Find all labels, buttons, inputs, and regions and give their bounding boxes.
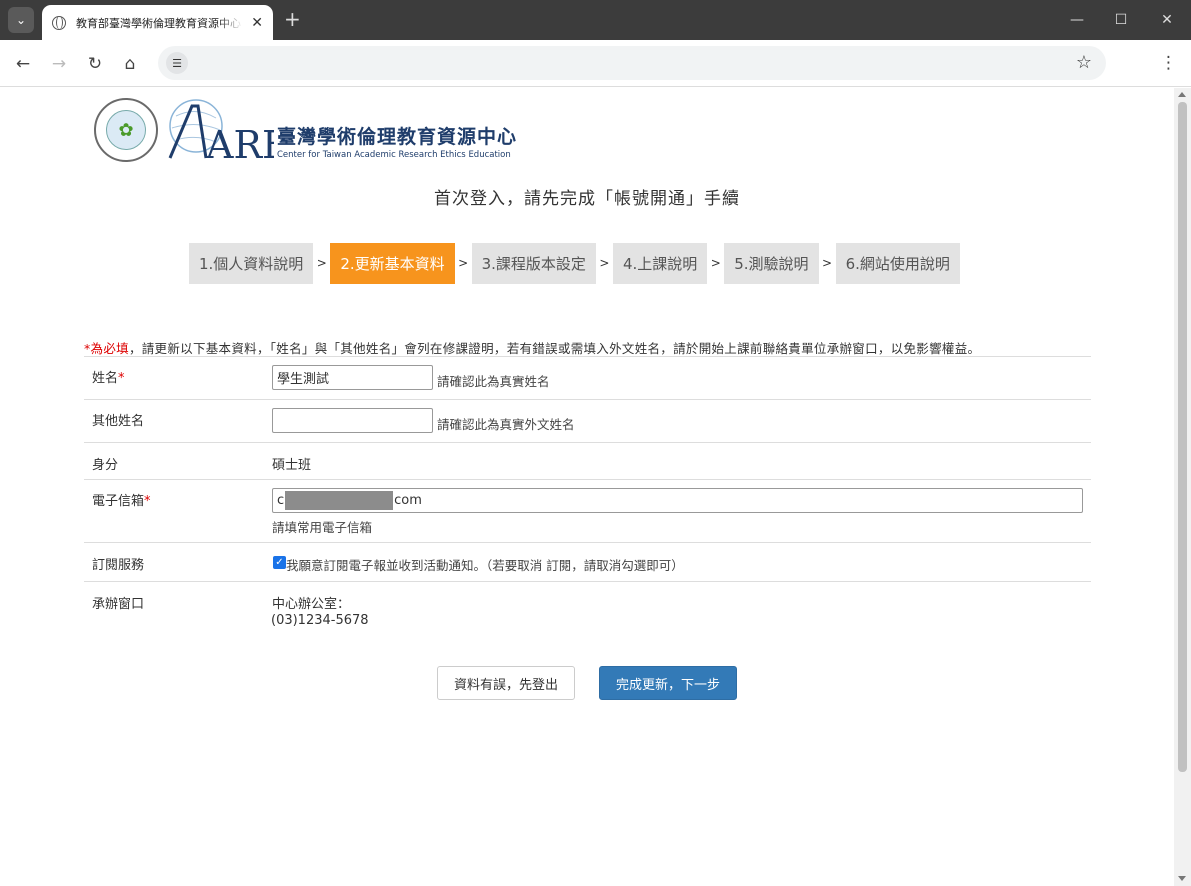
form-row-identity: 身分 碩士班 bbox=[84, 442, 1091, 479]
other-name-input[interactable] bbox=[272, 408, 433, 433]
step-3[interactable]: 3.課程版本設定 bbox=[471, 242, 596, 284]
profile-form: 姓名* 請確認此為真實姓名 其他姓名 請確認此為真實外文姓名 身分 碩士班 電子… bbox=[84, 356, 1091, 641]
form-row-name: 姓名* 請確認此為真實姓名 bbox=[84, 356, 1091, 399]
name-input[interactable] bbox=[272, 365, 433, 390]
org-name-en: Center for Taiwan Academic Research Ethi… bbox=[277, 150, 511, 160]
browser-toolbar: ← → ↻ ⌂ ☰ ☆ ⋮ bbox=[0, 40, 1191, 87]
contact-label: 承辦窗口 bbox=[92, 597, 145, 612]
close-tab-icon[interactable]: ✕ bbox=[251, 15, 263, 31]
browser-tab[interactable]: 教育部臺灣學術倫理教育資源中心 ✕ bbox=[42, 5, 273, 40]
tab-title: 教育部臺灣學術倫理教育資源中心 bbox=[76, 16, 241, 30]
org-name: 臺灣學術倫理教育資源中心 bbox=[277, 126, 518, 148]
email-label: 電子信箱* bbox=[92, 494, 151, 509]
step-separator: > bbox=[458, 256, 469, 270]
page-title: 首次登入，請先完成「帳號開通」手續 bbox=[434, 189, 740, 209]
identity-value: 碩士班 bbox=[272, 458, 312, 473]
sprout-icon: ✿ bbox=[106, 110, 146, 150]
bookmark-star-icon[interactable]: ☆ bbox=[1076, 52, 1092, 73]
email-hint: 請填常用電子信箱 bbox=[272, 520, 373, 535]
step-1[interactable]: 1.個人資料說明 bbox=[189, 242, 314, 284]
notice-text: ，請更新以下基本資料，「姓名」與「其他姓名」會列在修課證明，若有錯誤或需填入外文… bbox=[128, 341, 981, 356]
redacted-block bbox=[285, 491, 393, 510]
email-suffix: com bbox=[394, 493, 422, 508]
tab-search-button[interactable]: ⌄ bbox=[8, 7, 34, 33]
step-4[interactable]: 4.上課說明 bbox=[612, 242, 708, 284]
form-row-email: 電子信箱* c com 請填常用電子信箱 bbox=[84, 479, 1091, 542]
subscription-label: 訂閱服務 bbox=[92, 558, 145, 573]
email-input[interactable]: c com bbox=[272, 488, 1083, 513]
form-row-contact: 承辦窗口 中心辦公室： (03)1234-5678 bbox=[84, 581, 1091, 641]
other-name-label: 其他姓名 bbox=[92, 414, 145, 429]
back-arrow-icon[interactable]: ← bbox=[11, 52, 35, 76]
required-notice: *為必填，請更新以下基本資料，「姓名」與「其他姓名」會列在修課證明，若有錯誤或需… bbox=[84, 338, 980, 357]
page-scrollbar[interactable] bbox=[1174, 88, 1191, 886]
home-icon[interactable]: ⌂ bbox=[118, 52, 142, 76]
logout-button[interactable]: 資料有誤，先登出 bbox=[437, 666, 575, 700]
page-viewport: ✿ AREE 臺灣學術倫理教育資源中心 Center for Taiwan Ac… bbox=[0, 88, 1174, 886]
reload-icon[interactable]: ↻ bbox=[83, 52, 107, 76]
step-6[interactable]: 6.網站使用說明 bbox=[835, 242, 960, 284]
forward-arrow-icon[interactable]: → bbox=[47, 52, 71, 76]
scroll-up-icon[interactable] bbox=[1178, 92, 1186, 97]
browser-tab-bar: ⌄ 教育部臺灣學術倫理教育資源中心 ✕ + — ☐ ✕ bbox=[0, 0, 1191, 40]
other-name-hint: 請確認此為真實外文姓名 bbox=[437, 417, 575, 432]
step-2-active[interactable]: 2.更新基本資料 bbox=[330, 242, 455, 284]
step-separator: > bbox=[710, 256, 721, 270]
required-marker: *為必填 bbox=[84, 341, 129, 356]
contact-phone: (03)1234-5678 bbox=[271, 613, 369, 628]
chevron-down-icon: ⌄ bbox=[15, 13, 27, 27]
email-prefix: c bbox=[277, 493, 285, 508]
menu-kebab-icon[interactable]: ⋮ bbox=[1160, 53, 1177, 73]
form-row-other-name: 其他姓名 請確認此為真實外文姓名 bbox=[84, 399, 1091, 442]
site-logo[interactable]: ✿ AREE 臺灣學術倫理教育資源中心 Center for Taiwan Ac… bbox=[94, 96, 524, 162]
contact-office: 中心辦公室： bbox=[272, 597, 351, 612]
new-tab-button[interactable]: + bbox=[284, 8, 301, 30]
globe-icon bbox=[52, 15, 66, 30]
aree-logo-text: AREE bbox=[205, 123, 274, 162]
step-separator: > bbox=[599, 256, 610, 270]
next-step-button[interactable]: 完成更新，下一步 bbox=[599, 666, 737, 700]
step-5[interactable]: 5.測驗說明 bbox=[724, 242, 819, 284]
form-row-subscription: 訂閱服務 ✓ 我願意訂閱電子報並收到活動通知。（若要取消 訂閱，請取消勾選即可） bbox=[84, 542, 1091, 581]
aree-logo: AREE bbox=[168, 99, 274, 162]
name-label: 姓名* bbox=[92, 371, 125, 386]
scrollbar-thumb[interactable] bbox=[1178, 102, 1187, 772]
step-progress: 1.個人資料說明 > 2.更新基本資料 > 3.課程版本設定 > 4.上課說明 … bbox=[189, 242, 960, 284]
moe-seal-logo: ✿ bbox=[94, 98, 158, 162]
checkmark-icon: ✓ bbox=[275, 557, 284, 568]
maximize-icon[interactable]: ☐ bbox=[1098, 0, 1144, 40]
step-separator: > bbox=[316, 256, 327, 270]
scroll-down-icon[interactable] bbox=[1178, 876, 1186, 881]
close-window-icon[interactable]: ✕ bbox=[1144, 0, 1190, 40]
identity-label: 身分 bbox=[92, 458, 119, 473]
minimize-icon[interactable]: — bbox=[1054, 0, 1100, 40]
subscription-checkbox[interactable]: ✓ bbox=[273, 556, 286, 569]
address-bar[interactable]: ☰ ☆ bbox=[158, 46, 1106, 80]
site-info-icon[interactable]: ☰ bbox=[166, 52, 188, 74]
step-separator: > bbox=[822, 256, 833, 270]
subscription-text: 我願意訂閱電子報並收到活動通知。（若要取消 訂閱，請取消勾選即可） bbox=[286, 558, 684, 573]
name-hint: 請確認此為真實姓名 bbox=[437, 374, 550, 389]
